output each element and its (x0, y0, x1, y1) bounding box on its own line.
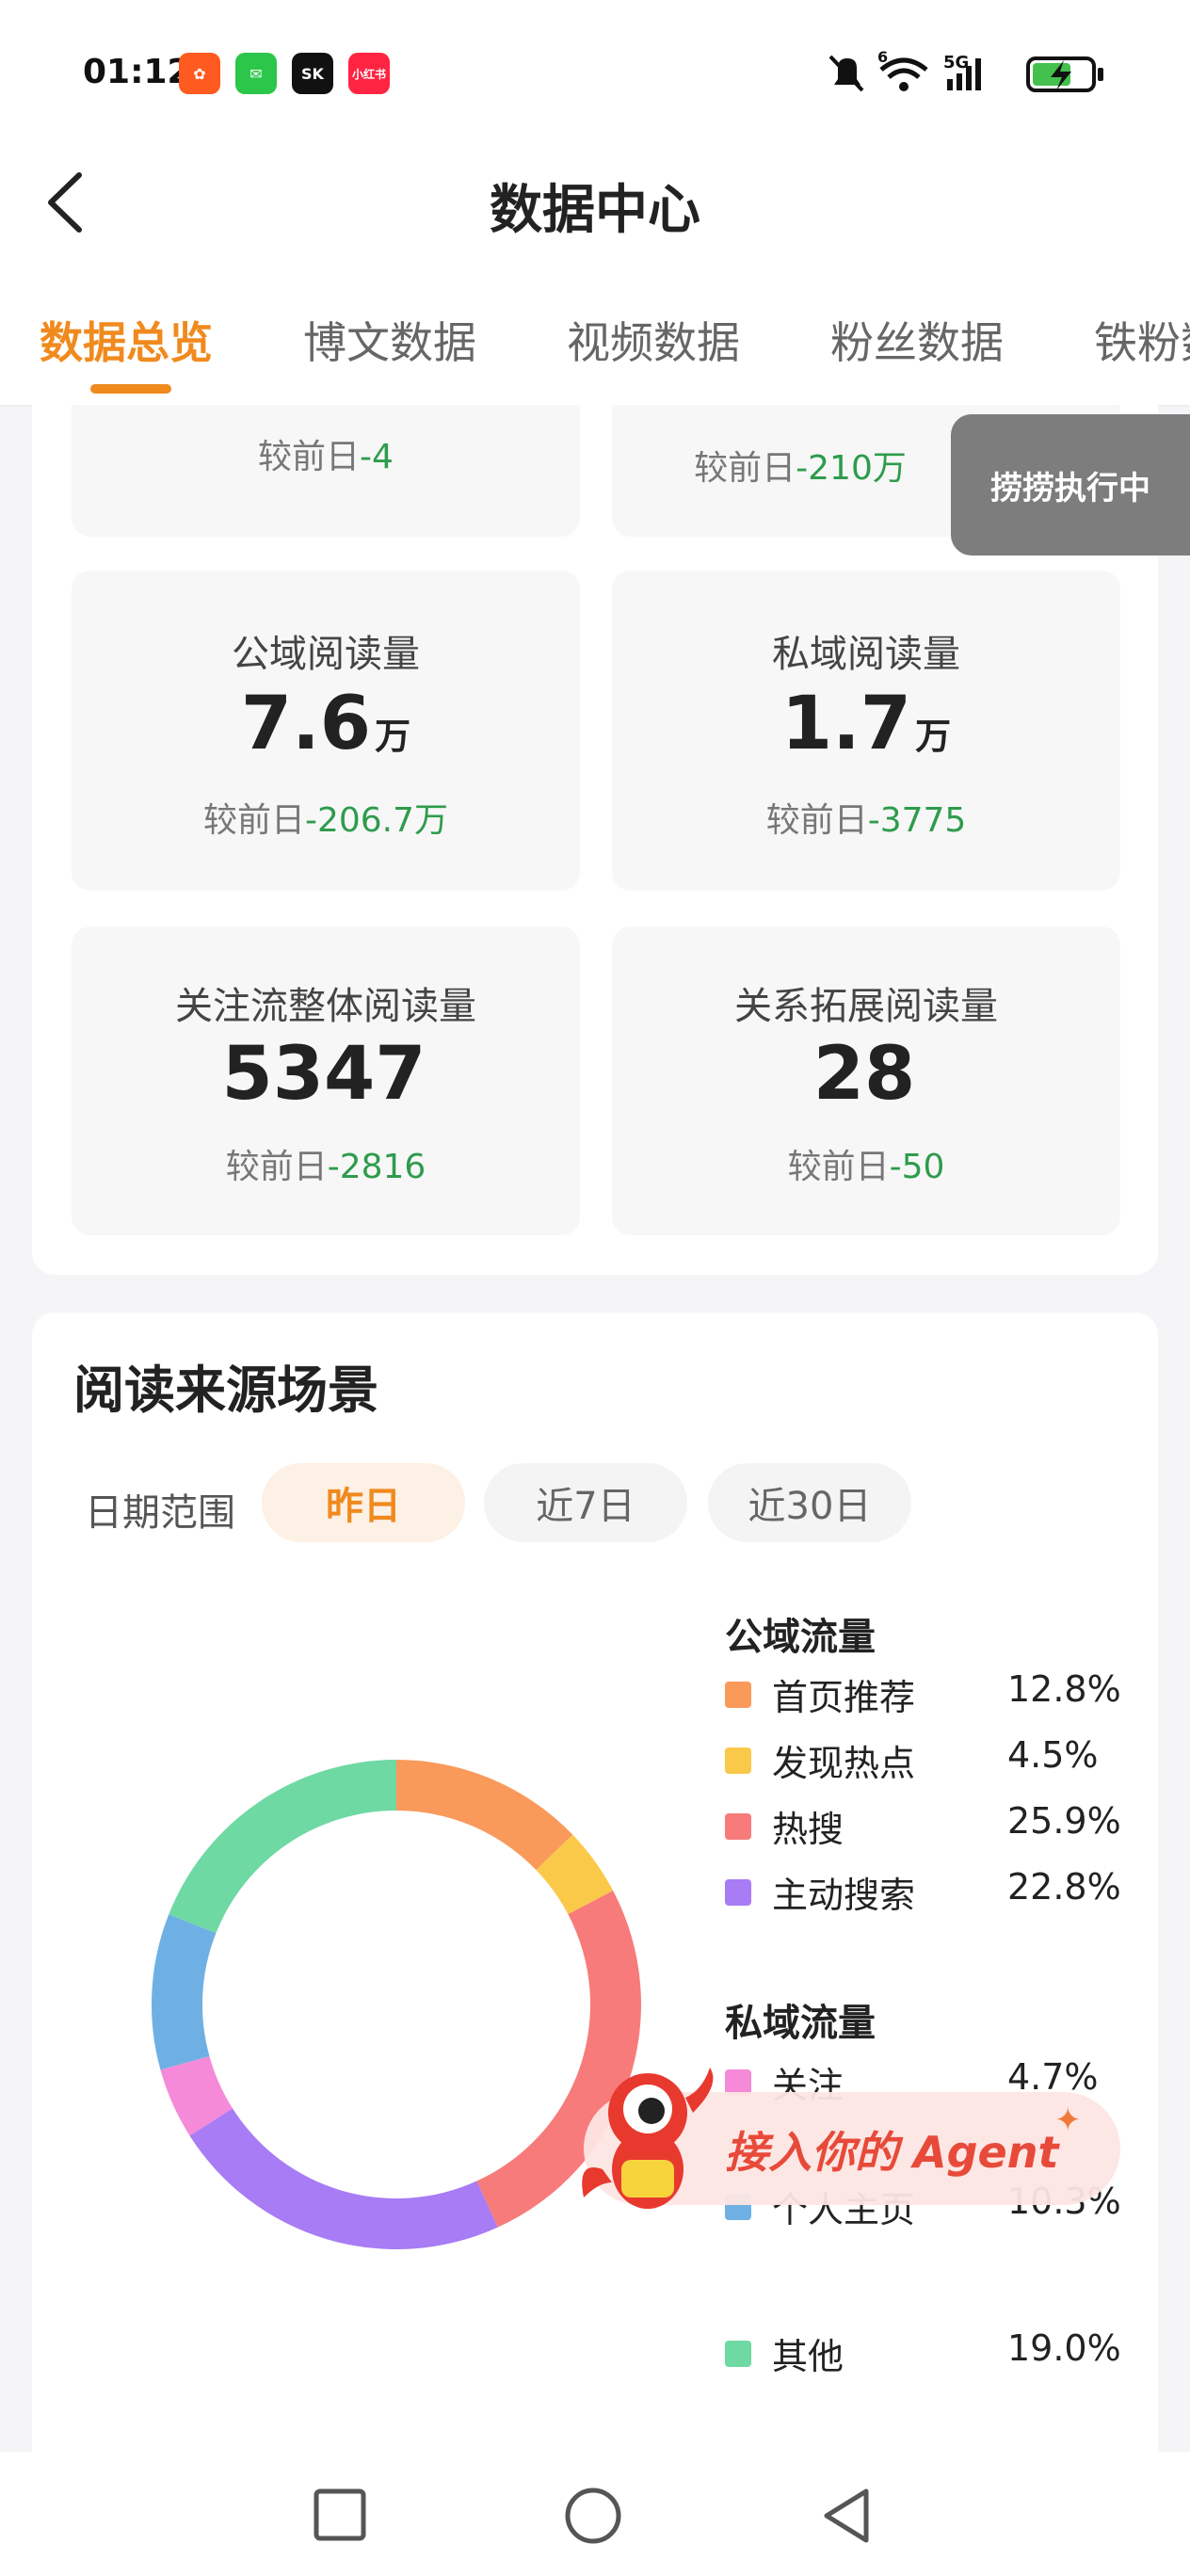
stat-label: 公域阅读量 (232, 633, 420, 676)
wifi-label: 6 (877, 49, 888, 66)
donut-slice-4 (189, 2108, 498, 2249)
sparkle-icon: ✦ (1054, 2101, 1082, 2139)
stat-card-public-reads[interactable]: 公域阅读量 7.6 万 较前日-206.7万 (72, 571, 580, 891)
legend-item-name: 主动搜索 (772, 1875, 916, 1916)
recent-apps-button[interactable] (311, 2486, 371, 2546)
signal-icon: 5G (943, 53, 981, 90)
tab-iron-fans[interactable]: 铁粉数 (1094, 309, 1190, 371)
wechat-icon: ✉ (235, 53, 277, 94)
status-toast: 捞捞执行中 (951, 414, 1190, 555)
stat-value: 5347 (221, 1032, 426, 1117)
stat-card-private-reads[interactable]: 私域阅读量 1.7 万 较前日-3775 (612, 571, 1120, 891)
stat-value: 7.6 万 (240, 682, 411, 766)
legend-item-name: 其他 (772, 2336, 844, 2377)
kuaishou-icon: ✿ (179, 53, 220, 94)
page-title: 数据中心 (490, 180, 700, 241)
donut-slice-7 (169, 1760, 396, 1934)
stat-value: 1.7 万 (780, 682, 952, 766)
legend-swatch (725, 1879, 751, 1906)
triangle-back-icon (824, 2488, 869, 2543)
legend-item-name: 首页推荐 (772, 1677, 916, 1718)
legend-item-name: 发现热点 (772, 1743, 916, 1784)
donut-slice-6 (152, 1914, 217, 2070)
stat-card-relation-reads[interactable]: 关系拓展阅读量 28 较前日-50 (612, 926, 1120, 1235)
legend-swatch (725, 1682, 751, 1708)
range-7-days[interactable]: 近7日 (484, 1463, 687, 1542)
range-30-days[interactable]: 近30日 (708, 1463, 911, 1542)
legend-item-percent: 4.5% (1007, 1734, 1099, 1776)
stat-label: 私域阅读量 (772, 633, 960, 676)
legend-swatch (725, 1747, 751, 1774)
tab-overview[interactable]: 数据总览 (40, 309, 213, 371)
section-title: 阅读来源场景 (73, 1360, 378, 1420)
tab-active-indicator (90, 384, 171, 394)
legend-private-title: 私域流量 (725, 2002, 876, 2045)
mute-icon (828, 55, 864, 92)
battery-icon (1026, 56, 1103, 92)
wifi-icon: 6 (877, 49, 928, 91)
date-range-label: 日期范围 (85, 1491, 235, 1535)
stat-delta: 较前日-206.7万 (202, 801, 449, 840)
home-button[interactable] (561, 2484, 625, 2548)
tab-fans[interactable]: 粉丝数据 (830, 309, 1004, 371)
sk-icon: SK (292, 53, 333, 94)
stat-value: 28 (812, 1032, 916, 1117)
square-icon (314, 2488, 366, 2541)
system-status-icons: 6 5G (828, 49, 1103, 92)
legend-swatch (725, 1813, 751, 1840)
stat-label: 关注流整体阅读量 (175, 985, 476, 1028)
legend-item-percent: 19.0% (1007, 2327, 1121, 2369)
stat-card-follow-feed-reads[interactable]: 关注流整体阅读量 5347 较前日-2816 (72, 926, 580, 1235)
tab-posts[interactable]: 博文数据 (303, 309, 476, 371)
donut-slice-1 (396, 1760, 573, 1871)
stat-delta: 较前日-50 (787, 1148, 945, 1186)
stat-card-partial-left: 较前日-4 (72, 405, 580, 537)
legend-public-title: 公域流量 (725, 1616, 876, 1659)
tab-videos[interactable]: 视频数据 (567, 309, 740, 371)
status-time: 01:12 (83, 53, 191, 91)
back-nav-button[interactable] (815, 2484, 879, 2548)
stat-label: 关系拓展阅读量 (734, 985, 998, 1028)
circle-icon (565, 2487, 621, 2544)
legend-item-name: 热搜 (772, 1809, 844, 1850)
range-yesterday[interactable]: 昨日 (262, 1463, 465, 1542)
network-label: 5G (943, 53, 969, 72)
agent-banner-text: 接入你的 Agent (725, 2127, 1059, 2178)
stat-delta: 较前日-3775 (765, 801, 967, 840)
crayfish-mascot-icon (582, 2068, 714, 2209)
legend-swatch (725, 2341, 751, 2367)
legend-item-percent: 12.8% (1007, 1668, 1121, 1710)
xiaohongshu-icon: 小红书 (348, 53, 390, 94)
legend-item-percent: 25.9% (1007, 1800, 1121, 1842)
legend-item-percent: 22.8% (1007, 1866, 1121, 1908)
stat-delta: 较前日-2816 (225, 1148, 426, 1186)
stat-delta: 较前日-4 (258, 438, 394, 476)
